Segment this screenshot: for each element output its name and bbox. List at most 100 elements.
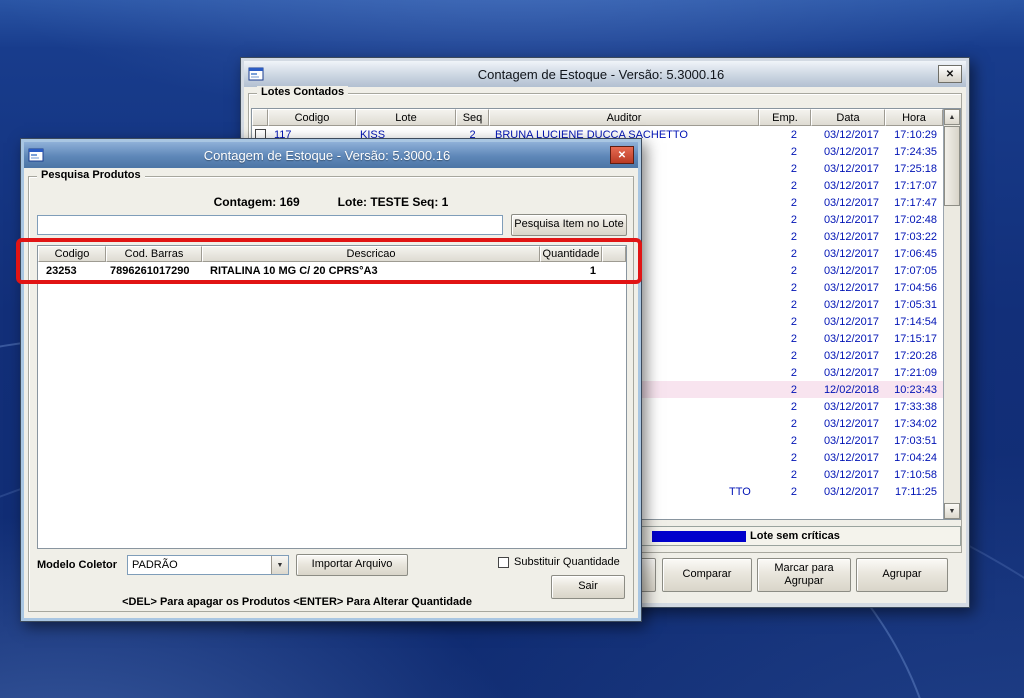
cell-emp: 2 (759, 418, 811, 430)
agrupar-button[interactable]: Agrupar (856, 558, 948, 592)
cell-data: 03/12/2017 (811, 163, 885, 175)
cell-data: 03/12/2017 (811, 248, 885, 260)
substituir-quantidade-checkbox[interactable] (498, 557, 509, 568)
col-header-data[interactable]: Data (811, 109, 885, 126)
cell-data: 03/12/2017 (811, 282, 885, 294)
close-icon[interactable]: ✕ (938, 65, 962, 83)
cell-data: 03/12/2017 (811, 180, 885, 192)
cell-emp: 2 (759, 435, 811, 447)
scrollbar-track[interactable] (944, 207, 960, 503)
cell-data: 03/12/2017 (811, 299, 885, 311)
cell-data: 03/12/2017 (811, 146, 885, 158)
cell-data: 03/12/2017 (811, 367, 885, 379)
close-icon[interactable]: ✕ (610, 146, 634, 164)
pesquisa-produtos-label: Pesquisa Produtos (37, 169, 145, 181)
cell-emp: 2 (759, 197, 811, 209)
cell-emp: 2 (759, 350, 811, 362)
front-window-title: Contagem de Estoque - Versão: 5.3000.16 (49, 148, 605, 163)
col-header-quantidade[interactable]: Quantidade (540, 246, 602, 262)
lotes-table-header: Codigo Lote Seq Auditor Emp. Data Hora (252, 109, 943, 126)
cell-emp: 2 (759, 401, 811, 413)
cell-hora: 17:02:48 (885, 214, 943, 226)
cell-hora: 17:17:07 (885, 180, 943, 192)
sair-button[interactable]: Sair (551, 575, 625, 599)
substituir-quantidade-label: Substituir Quantidade (514, 556, 620, 568)
table-row[interactable]: 23253 7896261017290 RITALINA 10 MG C/ 20… (38, 262, 626, 280)
back-window-title: Contagem de Estoque - Versão: 5.3000.16 (269, 67, 933, 82)
cell-data: 03/12/2017 (811, 418, 885, 430)
cell-emp: 2 (759, 367, 811, 379)
cell-emp: 2 (759, 384, 811, 396)
legend-label: Lote sem críticas (750, 530, 840, 542)
cell-data: 03/12/2017 (811, 231, 885, 243)
produto-search-input[interactable] (37, 215, 503, 235)
cell-emp: 2 (759, 146, 811, 158)
lote-seq-label: Lote: TESTE Seq: 1 (338, 195, 449, 209)
scrollbar-thumb[interactable] (944, 126, 960, 206)
legend-color-swatch (652, 531, 746, 542)
cell-data: 03/12/2017 (811, 129, 885, 141)
back-window-titlebar[interactable]: Contagem de Estoque - Versão: 5.3000.16 … (244, 61, 966, 87)
cell-emp: 2 (759, 282, 811, 294)
contagem-info-row: Contagem: 169 Lote: TESTE Seq: 1 (29, 195, 633, 209)
front-window-body: Pesquisa Produtos Contagem: 169 Lote: TE… (24, 168, 638, 618)
cell-emp: 2 (759, 265, 811, 277)
cell-hora: 17:10:58 (885, 469, 943, 481)
cell-hora: 17:03:22 (885, 231, 943, 243)
cell-data: 03/12/2017 (811, 435, 885, 447)
front-window-pesquisa-produtos: Contagem de Estoque - Versão: 5.3000.16 … (20, 138, 642, 622)
cell-emp: 2 (759, 333, 811, 345)
front-window-titlebar[interactable]: Contagem de Estoque - Versão: 5.3000.16 … (24, 142, 638, 168)
cell-hora: 17:03:51 (885, 435, 943, 447)
cell-hora: 17:15:17 (885, 333, 943, 345)
col-header-seq[interactable]: Seq (456, 109, 489, 126)
cell-hora: 17:06:45 (885, 248, 943, 260)
modelo-coletor-select[interactable]: PADRÃO ▼ (127, 555, 289, 575)
col-header-hora[interactable]: Hora (885, 109, 943, 126)
pesquisa-item-no-lote-button[interactable]: Pesquisa Item no Lote (511, 214, 627, 236)
cell-emp: 2 (759, 316, 811, 328)
cell-quantidade: 1 (540, 265, 602, 277)
cell-hora: 17:20:28 (885, 350, 943, 362)
cell-data: 12/02/2018 (811, 384, 885, 396)
chevron-down-icon[interactable]: ▼ (271, 556, 288, 574)
cell-data: 03/12/2017 (811, 214, 885, 226)
cell-emp: 2 (759, 486, 811, 498)
cell-hora: 17:05:31 (885, 299, 943, 311)
select-column-header (252, 109, 268, 126)
cell-data: 03/12/2017 (811, 452, 885, 464)
cell-hora: 17:14:54 (885, 316, 943, 328)
modelo-coletor-label: Modelo Coletor (37, 559, 117, 571)
pesquisa-produtos-groupbox: Pesquisa Produtos Contagem: 169 Lote: TE… (28, 176, 634, 612)
col-header-lote[interactable]: Lote (356, 109, 456, 126)
produtos-table-header: Codigo Cod. Barras Descricao Quantidade (38, 246, 626, 262)
cell-hora: 17:25:18 (885, 163, 943, 175)
cell-emp: 2 (759, 180, 811, 192)
importar-arquivo-button[interactable]: Importar Arquivo (296, 554, 408, 576)
cell-data: 03/12/2017 (811, 197, 885, 209)
cell-data: 03/12/2017 (811, 486, 885, 498)
col-header-auditor[interactable]: Auditor (489, 109, 759, 126)
col-header-codigo[interactable]: Codigo (38, 246, 106, 262)
cell-data: 03/12/2017 (811, 333, 885, 345)
lotes-contados-label: Lotes Contados (257, 86, 348, 98)
cell-cod-barras: 7896261017290 (106, 265, 202, 277)
col-header-cod-barras[interactable]: Cod. Barras (106, 246, 202, 262)
cell-hora: 17:34:02 (885, 418, 943, 430)
scroll-up-icon[interactable]: ▲ (944, 109, 960, 125)
scroll-down-icon[interactable]: ▼ (944, 503, 960, 519)
cell-emp: 2 (759, 231, 811, 243)
cell-hora: 17:21:09 (885, 367, 943, 379)
cell-emp: 2 (759, 452, 811, 464)
vertical-scrollbar[interactable]: ▲ ▼ (943, 109, 960, 519)
col-header-emp[interactable]: Emp. (759, 109, 811, 126)
cell-hora: 17:33:38 (885, 401, 943, 413)
comparar-button[interactable]: Comparar (662, 558, 752, 592)
col-header-codigo[interactable]: Codigo (268, 109, 356, 126)
marcar-para-agrupar-button[interactable]: Marcar para Agrupar (757, 558, 851, 592)
cell-hora: 17:04:24 (885, 452, 943, 464)
contagem-label: Contagem: 169 (214, 195, 300, 209)
cell-emp: 2 (759, 214, 811, 226)
col-header-descricao[interactable]: Descricao (202, 246, 540, 262)
cell-data: 03/12/2017 (811, 265, 885, 277)
